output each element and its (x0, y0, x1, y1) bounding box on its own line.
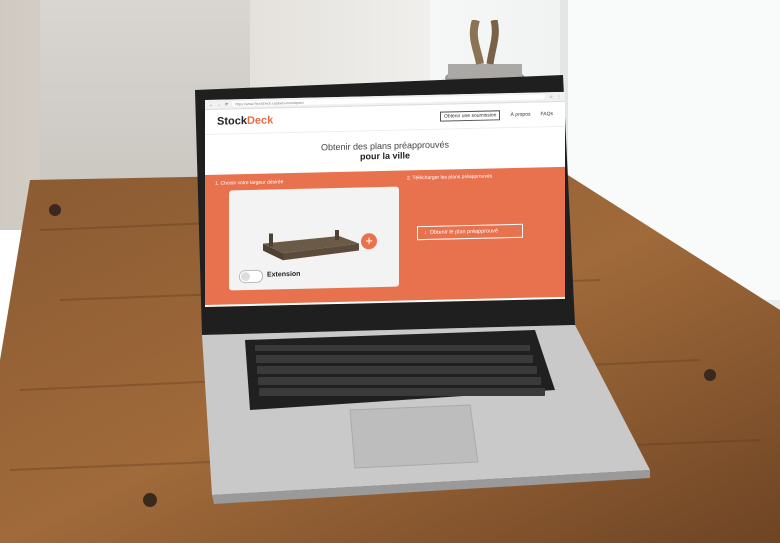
download-button-label: Obtenir le plan préapprouvé (429, 228, 498, 236)
extension-label: Extension (267, 270, 301, 279)
main-nav: Obtenir une soumission À propos FAQs (439, 109, 553, 122)
menu-icon[interactable]: ⋮ (557, 94, 561, 99)
reload-icon[interactable]: ⟳ (225, 101, 228, 106)
nav-link-about[interactable]: À propos (510, 112, 530, 118)
hero-subtitle: pour la ville (359, 150, 410, 162)
quote-button[interactable]: Obtenir une soumission (439, 110, 501, 122)
bookmark-icon[interactable]: ☆ (549, 94, 553, 99)
back-icon[interactable]: ← (209, 102, 213, 107)
logo-text-deck: Deck (246, 114, 274, 128)
nav-link-faq[interactable]: FAQs (540, 111, 553, 117)
deck-module-image (263, 229, 359, 261)
download-icon: ↓ (424, 229, 427, 237)
photo-scene: ← → ⟳ https://www.StockDeck.ca/plans-mun… (0, 0, 780, 543)
forward-icon[interactable]: → (217, 102, 221, 107)
product-card: + Extension (229, 186, 399, 291)
step2-label: 2. Télécharger les plans préapprouvés (407, 173, 493, 182)
toggle-knob (241, 271, 250, 282)
extension-toggle[interactable] (239, 269, 263, 284)
configurator-panel: 1. Choisir votre largeur désirée 2. Télé… (205, 166, 565, 305)
laptop-screen: ← → ⟳ https://www.StockDeck.ca/plans-mun… (205, 91, 565, 307)
step1-label: 1. Choisir votre largeur désirée (215, 179, 284, 187)
add-extension-icon[interactable]: + (361, 233, 377, 250)
logo-text-stock: Stock (217, 115, 247, 128)
site-logo[interactable]: StockDeck (217, 114, 273, 127)
download-plan-button[interactable]: ↓ Obtenir le plan préapprouvé (417, 223, 523, 241)
